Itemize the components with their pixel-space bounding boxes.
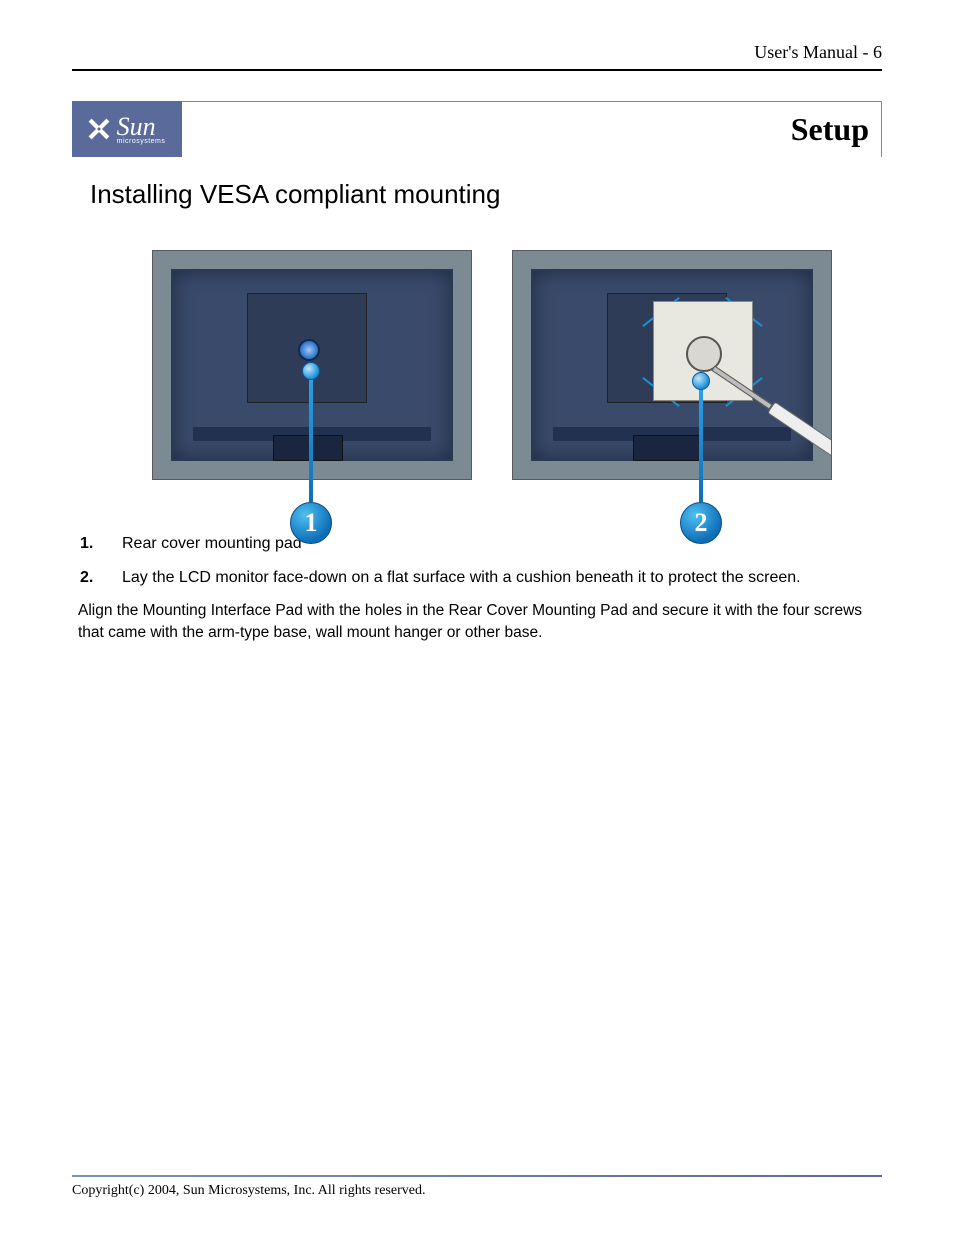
numbered-steps: 1. Rear cover mounting pad 2. Lay the LC… [80,532,882,590]
callout-dot-icon [692,372,710,390]
step-text: Rear cover mounting pad [122,532,882,556]
step-text: Lay the LCD monitor face-down on a flat … [122,566,882,590]
copyright-text: Copyright(c) 2004, Sun Microsystems, Inc… [72,1183,882,1199]
callout-1: 1 [290,362,332,544]
running-head: User's Manual - 6 [72,42,882,71]
callout-badge-1: 1 [290,502,332,544]
chapter-title: Setup [791,111,869,148]
title-bar: Sun microsystems Setup [72,101,882,157]
list-item: 2. Lay the LCD monitor face-down on a fl… [80,566,882,590]
figure-2: 2 [512,250,832,480]
body-paragraph: Align the Mounting Interface Pad with th… [78,600,882,645]
step-number: 2. [80,566,122,590]
callout-2: 2 [680,372,722,544]
logo-brand-text: Sun [117,112,156,141]
chapter-title-box: Setup [182,101,882,157]
list-item: 1. Rear cover mounting pad [80,532,882,556]
logo-subbrand-text: microsystems [117,138,170,145]
sun-logo: Sun microsystems [72,101,182,157]
footer-rule [72,1175,882,1177]
monitor-mount-illustration [512,250,832,480]
callout-dot-icon [302,362,320,380]
sun-diamond-icon [85,115,113,143]
section-heading: Installing VESA compliant mounting [90,179,882,210]
figure-1: 1 [152,250,472,480]
page-footer: Copyright(c) 2004, Sun Microsystems, Inc… [72,1175,882,1199]
callout-badge-2: 2 [680,502,722,544]
step-number: 1. [80,532,122,556]
figure-row: 1 [152,250,882,480]
